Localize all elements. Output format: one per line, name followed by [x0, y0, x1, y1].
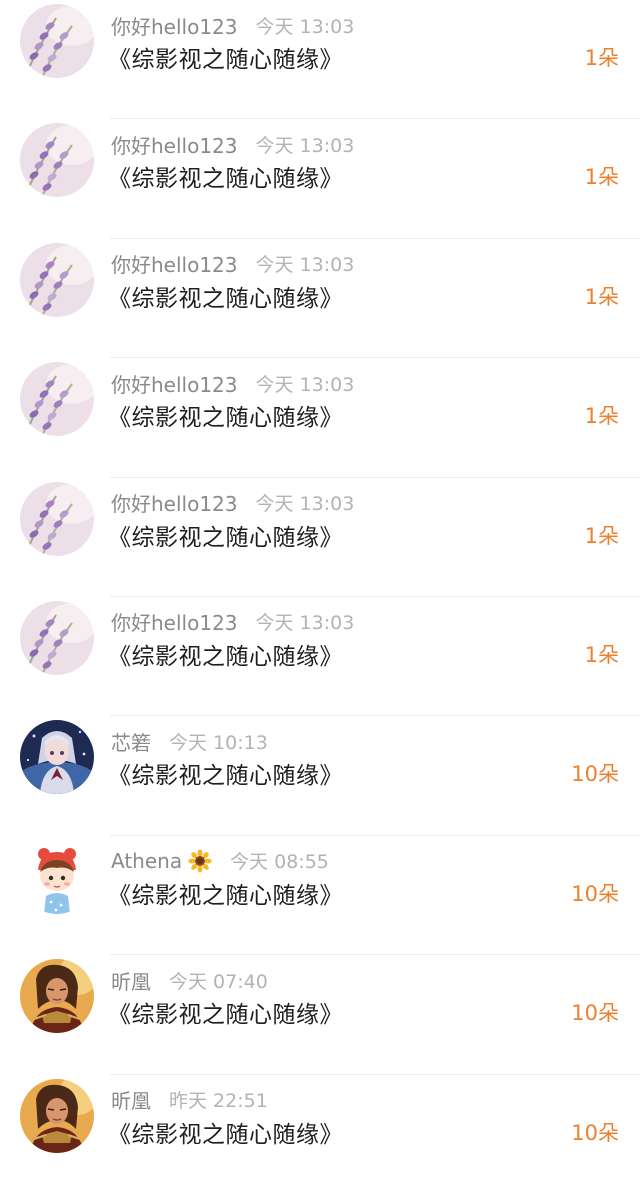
username[interactable]: Athena	[111, 849, 182, 873]
username[interactable]: 你好hello123	[111, 607, 238, 636]
anime-girl-avatar[interactable]	[20, 720, 94, 795]
cartoon-girl-avatar[interactable]	[20, 839, 94, 914]
flower-count: 1朵	[584, 404, 619, 429]
book-title[interactable]: 《综影视之随心随缘》	[108, 637, 343, 671]
username[interactable]: 你好hello123	[111, 488, 238, 517]
timestamp: 今天 13:03	[255, 15, 355, 38]
flower-count: 10朵	[571, 1120, 619, 1145]
warrior-avatar[interactable]	[20, 959, 94, 1034]
book-title[interactable]: 《综影视之随心随缘》	[108, 518, 343, 552]
username[interactable]: 你好hello123	[111, 130, 238, 159]
timestamp: 今天 07:40	[169, 970, 268, 993]
lavender-flowers-avatar[interactable]	[20, 4, 94, 78]
lavender-flowers-avatar[interactable]	[20, 362, 94, 437]
lavender-flowers-avatar[interactable]	[20, 481, 94, 556]
sunflower-icon	[188, 849, 212, 873]
list-item[interactable]: 昕凰 今天 07:40 《综影视之随心随缘》 10朵	[0, 955, 640, 1075]
list-item[interactable]: 芯箬 今天 10:13 《综影视之随心随缘》 10朵	[0, 716, 640, 837]
username[interactable]: 昕凰	[111, 1085, 151, 1114]
list-item[interactable]: 你好hello123 今天 13:03 《综影视之随心随缘》 1朵	[0, 478, 640, 598]
flower-count: 10朵	[571, 762, 619, 787]
username[interactable]: 你好hello123	[111, 369, 238, 398]
timestamp: 今天 13:03	[255, 612, 355, 635]
gift-record-list: 你好hello123 今天 13:03 《综影视之随心随缘》 1朵 你好hell…	[0, 0, 640, 1162]
username[interactable]: 你好hello123	[111, 11, 238, 40]
flower-count: 1朵	[584, 284, 619, 309]
book-title[interactable]: 《综影视之随心随缘》	[108, 279, 343, 313]
flower-count: 1朵	[584, 46, 619, 70]
timestamp: 今天 10:13	[169, 731, 268, 754]
list-item[interactable]: 你好hello123 今天 13:03 《综影视之随心随缘》 1朵	[0, 358, 640, 478]
lavender-flowers-avatar[interactable]	[20, 242, 94, 317]
timestamp: 今天 13:03	[255, 373, 355, 396]
flower-count: 1朵	[584, 165, 619, 190]
book-title[interactable]: 《综影视之随心随缘》	[108, 876, 343, 910]
list-item[interactable]: Athena 今天 08:55 《综影视之随心随缘》 10朵	[0, 836, 640, 956]
timestamp: 今天 13:03	[255, 493, 355, 516]
flower-count: 10朵	[571, 1001, 619, 1026]
timestamp: 今天 13:03	[255, 134, 355, 157]
flower-count: 1朵	[584, 523, 619, 548]
book-title[interactable]: 《综影视之随心随缘》	[108, 40, 343, 74]
list-item[interactable]: 你好hello123 今天 13:03 《综影视之随心随缘》 1朵	[0, 239, 640, 359]
list-item[interactable]: 你好hello123 今天 13:03 《综影视之随心随缘》 1朵	[0, 0, 640, 120]
lavender-flowers-avatar[interactable]	[20, 123, 94, 198]
flower-count: 10朵	[571, 881, 619, 906]
username[interactable]: 芯箬	[111, 727, 151, 756]
book-title[interactable]: 《综影视之随心随缘》	[108, 756, 343, 790]
timestamp: 昨天 22:51	[169, 1090, 268, 1113]
flower-count: 1朵	[584, 642, 619, 667]
username[interactable]: 你好hello123	[111, 249, 238, 278]
list-item[interactable]: 昕凰 昨天 22:51 《综影视之随心随缘》 10朵	[0, 1075, 640, 1194]
book-title[interactable]: 《综影视之随心随缘》	[108, 398, 343, 432]
username[interactable]: 昕凰	[111, 966, 151, 995]
book-title[interactable]: 《综影视之随心随缘》	[108, 995, 343, 1029]
list-item[interactable]: 你好hello123 今天 13:03 《综影视之随心随缘》 1朵	[0, 119, 640, 240]
warrior-avatar[interactable]	[20, 1078, 94, 1153]
list-item[interactable]: 你好hello123 今天 13:03 《综影视之随心随缘》 1朵	[0, 597, 640, 717]
timestamp: 今天 13:03	[255, 254, 355, 277]
lavender-flowers-avatar[interactable]	[20, 600, 94, 675]
book-title[interactable]: 《综影视之随心随缘》	[108, 1115, 343, 1149]
timestamp: 今天 08:55	[230, 851, 329, 874]
book-title[interactable]: 《综影视之随心随缘》	[108, 159, 343, 193]
